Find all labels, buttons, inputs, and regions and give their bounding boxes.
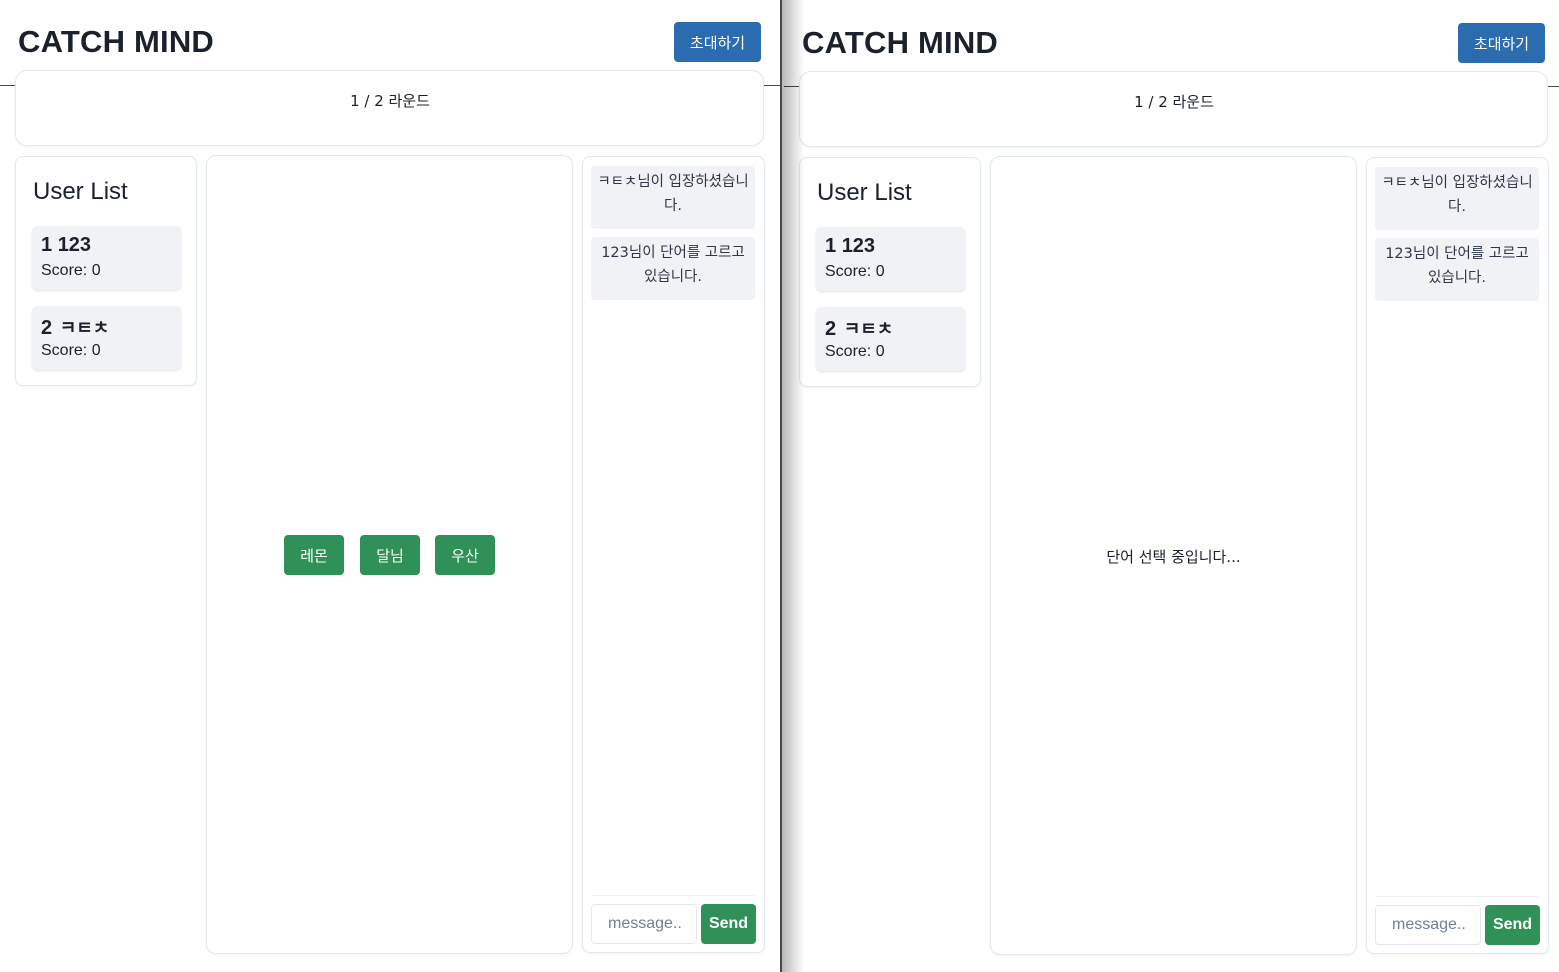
user-card: 2 ㅋㅌㅊ Score: 0 (816, 307, 965, 371)
chat-panel: ㅋㅌㅊ님이 입장하셨습니다. 123님이 단어를 고르고 있습니다. Send (582, 156, 765, 953)
drawing-canvas: 단어 선택 중입니다... (990, 156, 1357, 955)
word-selecting-status: 단어 선택 중입니다... (1106, 548, 1241, 566)
user-rank: 1 (825, 235, 837, 257)
user-rank: 1 (41, 234, 53, 256)
user-card: 1 123 Score: 0 (32, 226, 181, 290)
user-score: Score: 0 (825, 343, 885, 360)
app-title: CATCH MIND (18, 24, 215, 59)
user-list-panel: User List 1 123 Score: 0 2 ㅋㅌㅊ Score: 0 (799, 157, 981, 387)
user-list-title: User List (33, 178, 128, 205)
word-choice-button[interactable]: 우산 (435, 535, 495, 575)
invite-button[interactable]: 초대하기 (1458, 23, 1545, 63)
user-name: 2 ㅋㅌㅊ (41, 314, 109, 340)
user-nickname: 123 (57, 234, 92, 256)
window-shadow (782, 0, 804, 972)
chat-message: 123님이 단어를 고르고 있습니다. (1375, 238, 1539, 301)
user-name: 1 123 (825, 235, 875, 258)
user-nickname: ㅋㅌㅊ (843, 319, 894, 339)
round-indicator: 1 / 2 라운드 (350, 92, 430, 110)
user-card: 1 123 Score: 0 (816, 227, 965, 291)
chat-message: ㅋㅌㅊ님이 입장하셨습니다. (1375, 167, 1539, 230)
user-nickname: 123 (841, 235, 876, 257)
user-list-title: User List (817, 179, 912, 206)
drawing-canvas[interactable]: 레몬 달님 우산 (206, 155, 573, 954)
chat-message-input[interactable] (591, 904, 697, 944)
chat-panel: ㅋㅌㅊ님이 입장하셨습니다. 123님이 단어를 고르고 있습니다. Send (1366, 157, 1549, 954)
chat-message: ㅋㅌㅊ님이 입장하셨습니다. (591, 166, 755, 229)
left-player-window: CATCH MIND 초대하기 1 / 2 라운드 User List 1 12… (0, 0, 780, 972)
user-rank: 2 (825, 318, 837, 340)
chat-message: 123님이 단어를 고르고 있습니다. (591, 237, 755, 300)
round-indicator: 1 / 2 라운드 (1134, 93, 1214, 111)
chat-message-input[interactable] (1375, 905, 1481, 945)
send-button[interactable]: Send (701, 904, 756, 944)
user-rank: 2 (41, 317, 53, 339)
word-choice-button[interactable]: 레몬 (284, 535, 344, 575)
send-button[interactable]: Send (1485, 905, 1540, 945)
user-list-panel: User List 1 123 Score: 0 2 ㅋㅌㅊ Score: 0 (15, 156, 197, 386)
word-choice-button[interactable]: 달님 (360, 535, 420, 575)
right-player-window: CATCH MIND 초대하기 1 / 2 라운드 User List 1 12… (784, 1, 1559, 972)
user-score: Score: 0 (825, 263, 885, 280)
app-title: CATCH MIND (802, 25, 999, 60)
chat-divider (1375, 896, 1539, 897)
user-score: Score: 0 (41, 262, 101, 279)
invite-button[interactable]: 초대하기 (674, 22, 761, 62)
chat-divider (591, 895, 755, 896)
user-name: 1 123 (41, 234, 91, 257)
user-card: 2 ㅋㅌㅊ Score: 0 (32, 306, 181, 370)
user-nickname: ㅋㅌㅊ (59, 318, 110, 338)
user-score: Score: 0 (41, 342, 101, 359)
user-name: 2 ㅋㅌㅊ (825, 315, 893, 341)
